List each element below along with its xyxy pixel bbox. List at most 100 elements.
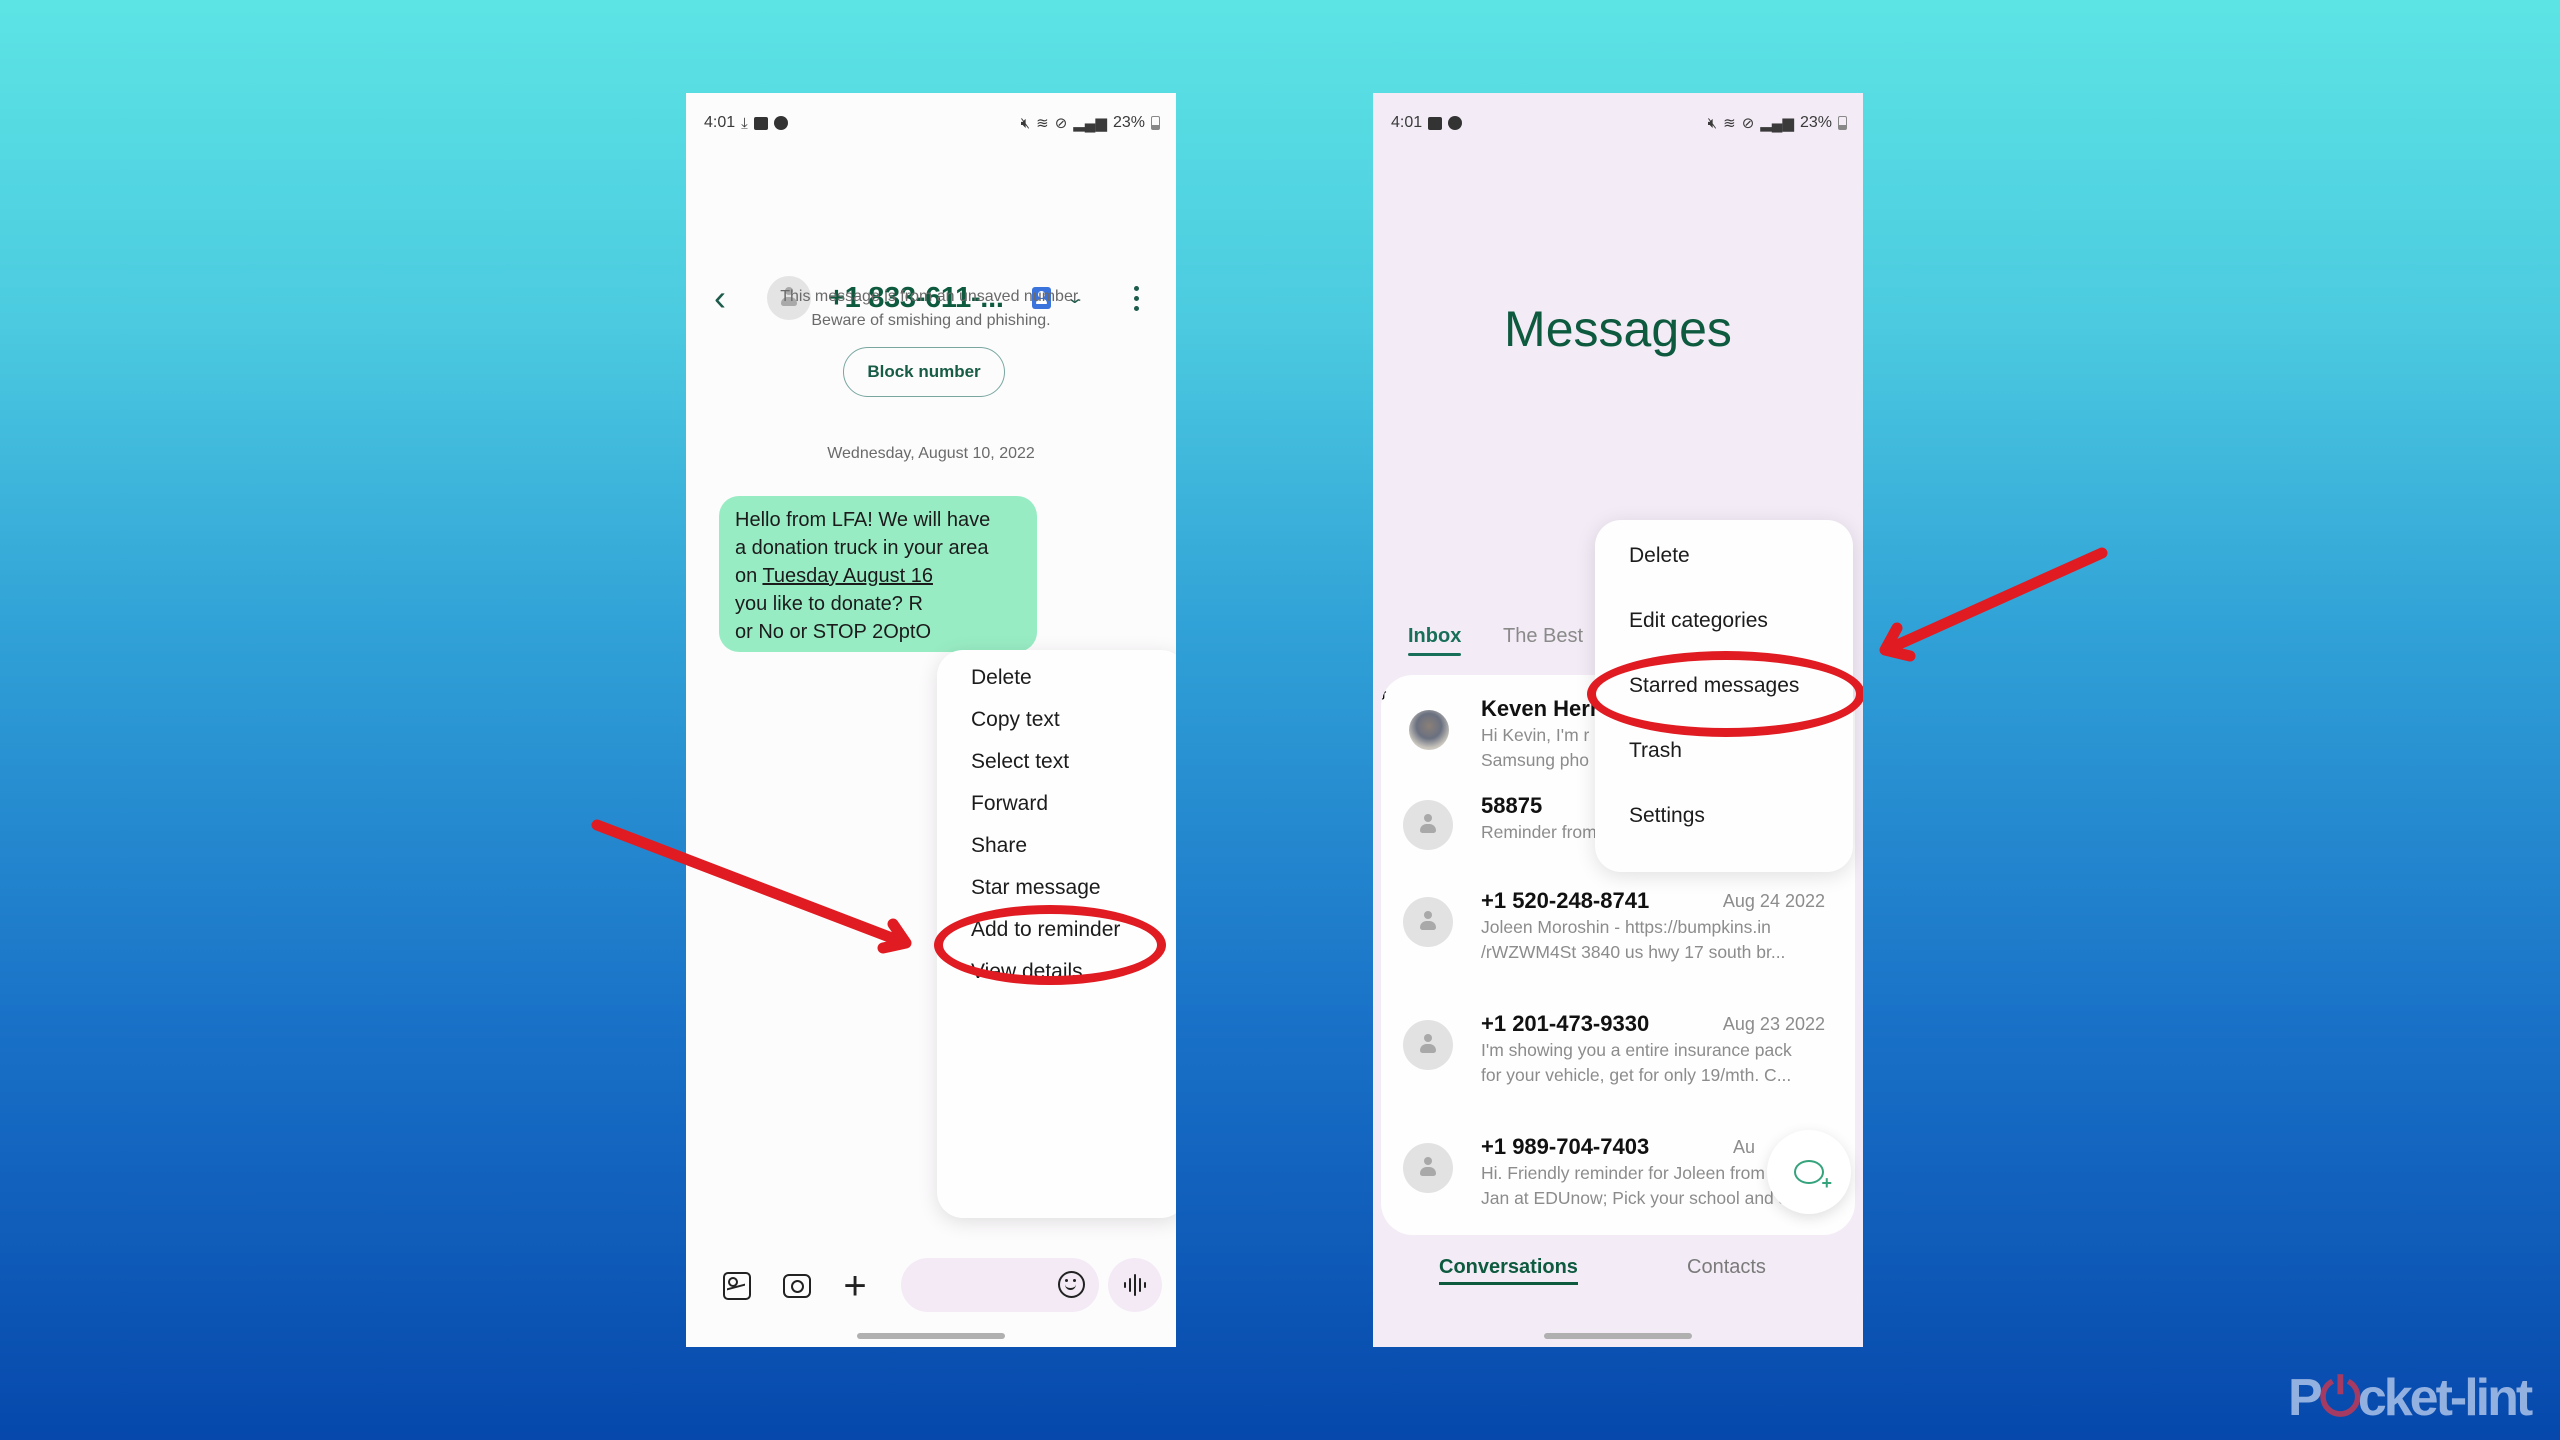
conversation-name: +1 201-473-9330 (1481, 1011, 1650, 1036)
conversation-preview: Samsung pho (1481, 750, 1589, 770)
battery-icon (1151, 116, 1160, 130)
arrow-to-starred-messages (1879, 547, 2108, 662)
person-icon (1418, 911, 1438, 933)
gallery-icon[interactable] (723, 1272, 751, 1300)
image-icon (753, 116, 768, 130)
home-indicator[interactable] (857, 1333, 1005, 1339)
signal-icon: ▂▄▆ (1760, 114, 1794, 132)
conversation-name: 58875 (1481, 793, 1543, 818)
waveform-bar (1124, 1282, 1126, 1288)
tab-inbox[interactable]: Inbox (1408, 625, 1462, 656)
conversation-screen: 4:01 ⤓ 🔇︎ ≋ ⊘ ▂▄▆ 23% ‹ +1 833-611-... ⌄… (686, 93, 1176, 1347)
menu-item-star-message[interactable]: Star message (971, 876, 1101, 900)
status-bar: 4:01 🔇︎ ≋ ⊘ ▂▄▆ 23% (1373, 93, 1863, 153)
tab-conversations[interactable]: Conversations (1439, 1256, 1578, 1285)
emoji-icon[interactable] (1058, 1271, 1085, 1298)
do-not-disturb-icon: ⊘ (1054, 114, 1068, 132)
arrow-head (1879, 622, 1916, 662)
avatar (1403, 1143, 1453, 1193)
voice-record-button[interactable] (1108, 1258, 1162, 1312)
notice-line: Beware of smishing and phishing. (811, 312, 1051, 329)
plus-icon[interactable]: + (841, 1266, 869, 1306)
avatar (1403, 800, 1453, 850)
date-divider: Wednesday, August 10, 2022 (827, 445, 1035, 462)
image-icon (1428, 116, 1443, 130)
person-icon (1418, 1034, 1438, 1056)
battery-icon (1838, 116, 1847, 130)
waveform-bar (1129, 1278, 1131, 1292)
menu-item-edit-categories[interactable]: Edit categories (1629, 609, 1768, 633)
highlight-ring-star-message (934, 905, 1166, 985)
menu-item-copy-text[interactable]: Copy text (971, 708, 1060, 732)
waveform-bar (1144, 1282, 1146, 1288)
menu-item-share[interactable]: Share (971, 834, 1027, 858)
wifi-6e-icon: ≋ (1036, 114, 1049, 132)
highlight-ring-starred-messages (1587, 651, 1863, 737)
account-circle-icon (1448, 116, 1463, 130)
conversation-date: Aug 24 2022 (1722, 891, 1825, 911)
battery-percent: 23% (1112, 114, 1145, 131)
download-icon: ⤓ (741, 114, 748, 132)
app-title: Messages (1504, 301, 1732, 357)
mute-icon: 🔇︎ (1020, 114, 1031, 132)
battery-percent: 23% (1799, 114, 1832, 131)
person-icon (1418, 1157, 1438, 1179)
avatar-photo (1409, 710, 1449, 750)
conversation-name: +1 989-704-7403 (1481, 1134, 1650, 1159)
conversation-preview: Jan at EDUnow; Pick your school and s... (1481, 1188, 1802, 1208)
logo-text: P (2288, 1369, 2323, 1427)
camera-icon[interactable] (783, 1274, 811, 1298)
logo-text: cket-lint (2357, 1369, 2533, 1427)
avatar (1403, 1020, 1453, 1070)
notice-line: This message is from an unsaved number. (780, 288, 1082, 305)
conversation-preview: for your vehicle, get for only 19/mth. C… (1481, 1065, 1792, 1085)
message-line: you like to donate? R (735, 593, 923, 615)
conversation-name: Keven Herr (1481, 696, 1599, 721)
home-indicator[interactable] (1544, 1333, 1692, 1339)
unsaved-number-notice: This message is from an unsaved number. … (686, 285, 1176, 333)
menu-item-delete[interactable]: Delete (1629, 544, 1690, 568)
tab-the-best[interactable]: The Best (1503, 625, 1583, 648)
status-bar: 4:01 ⤓ 🔇︎ ≋ ⊘ ▂▄▆ 23% (686, 93, 1176, 153)
conversation-preview: /rWZWM4St 3840 us hwy 17 south br... (1481, 942, 1786, 962)
conversation-item[interactable]: +1 201-473-9330 Aug 23 2022 I'm showing … (1381, 1008, 1855, 1118)
conversation-item[interactable]: +1 520-248-8741 Aug 24 2022 Joleen Moros… (1381, 885, 1855, 995)
menu-item-delete[interactable]: Delete (971, 666, 1032, 690)
status-time: 4:01 (1391, 114, 1423, 131)
waveform-bar (1134, 1274, 1136, 1296)
annotation-arrows (591, 547, 2108, 954)
menu-item-settings[interactable]: Settings (1629, 804, 1705, 828)
block-number-button[interactable]: Block number (843, 347, 1005, 397)
account-circle-icon (773, 116, 788, 130)
arrow-shaft (1880, 547, 2108, 656)
message-line: a donation truck in your area (735, 537, 989, 559)
menu-item-select-text[interactable]: Select text (971, 750, 1069, 774)
do-not-disturb-icon: ⊘ (1741, 114, 1755, 132)
conversation-date: Au (1733, 1137, 1756, 1157)
conversation-preview: Joleen Moroshin - https://bumpkins.in (1481, 917, 1771, 937)
conversation-name: +1 520-248-8741 (1481, 888, 1650, 913)
signal-icon: ▂▄▆ (1073, 114, 1107, 132)
message-line: Hello from LFA! We will have (735, 509, 991, 531)
tab-contacts[interactable]: Contacts (1687, 1256, 1766, 1279)
conversation-preview: Hi Kevin, I'm r (1481, 725, 1590, 745)
compose-bar: + (686, 1258, 1176, 1318)
waveform-bar (1139, 1278, 1141, 1292)
menu-item-trash[interactable]: Trash (1629, 739, 1682, 763)
power-icon: ⏻ (2319, 1369, 2361, 1427)
conversation-date: Aug 23 2022 (1722, 1014, 1825, 1034)
bottom-navigation: Conversations Contacts (1373, 1256, 1863, 1306)
messages-list-screen: 4:01 🔇︎ ≋ ⊘ ▂▄▆ 23% Messages Inbox The B… (1373, 93, 1863, 1347)
wifi-6e-icon: ≋ (1723, 114, 1736, 132)
pocketlint-logo: P⏻cket-lint (2288, 1368, 2533, 1429)
status-time: 4:01 (704, 114, 736, 131)
date-link[interactable]: Tuesday August 16 (762, 565, 933, 587)
message-bubble[interactable]: Hello from LFA! We will have a donation … (719, 496, 1037, 652)
new-conversation-button[interactable] (1767, 1130, 1851, 1214)
conversation-preview: Hi. Friendly reminder for Joleen from (1481, 1163, 1765, 1183)
menu-item-forward[interactable]: Forward (971, 792, 1048, 816)
mute-icon: 🔇︎ (1707, 114, 1718, 132)
message-text: on (735, 565, 763, 587)
new-chat-icon (1794, 1160, 1832, 1194)
message-line: on Tuesday August 16 (735, 562, 1021, 590)
